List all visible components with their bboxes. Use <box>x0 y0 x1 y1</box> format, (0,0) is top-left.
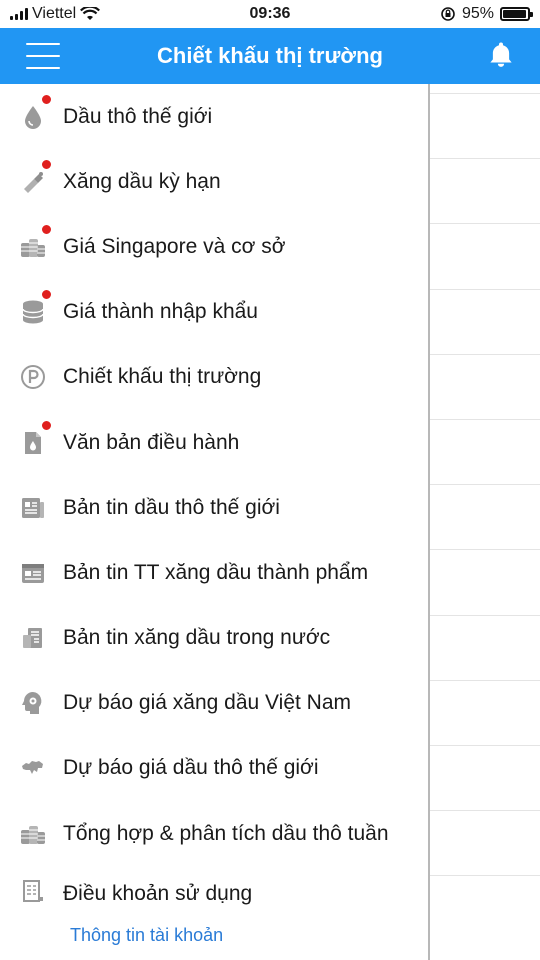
menu-item-label: Giá thành nhập khẩu <box>63 300 258 324</box>
menu-item-label: Chiết khấu thị trường <box>63 365 262 389</box>
parking-circle-icon <box>20 364 46 390</box>
oil-drop-icon <box>20 93 52 130</box>
hamburger-icon[interactable] <box>26 43 60 69</box>
background-row <box>430 224 540 290</box>
menu-item-ban-tin-dau-tho[interactable]: Bản tin dầu thô thế giới <box>0 475 428 540</box>
notification-badge <box>41 93 52 105</box>
menu-item-tong-hop-phan-tich[interactable]: Tổng hợp & phân tích dầu thô tuần <box>0 801 428 866</box>
status-bar: Viettel 09:36 95% <box>0 0 540 28</box>
background-row <box>430 159 540 225</box>
menu-item-van-ban-dieu-hanh[interactable]: Văn bản điều hành <box>0 410 428 475</box>
page-title: Chiết khấu thị trường <box>157 43 383 68</box>
menu-item-du-bao-gia-dau-tho[interactable]: Dự báo giá dầu thô thế giới <box>0 736 428 801</box>
coin-stack-icon <box>20 223 52 260</box>
background-list <box>430 84 540 960</box>
background-row <box>430 94 540 160</box>
fuel-nozzle-icon <box>20 158 52 195</box>
menu-item-label: Tổng hợp & phân tích dầu thô tuần <box>63 821 389 845</box>
menu-item-dieu-khoan-su-dung[interactable]: Điều khoản sử dụng <box>0 866 428 906</box>
menu-item-gia-thanh-nhap-khau[interactable]: Giá thành nhập khẩu <box>0 280 428 345</box>
menu-item-dau-tho-the-gioi[interactable]: Dầu thô thế giới <box>0 84 428 149</box>
menu-item-label: Bản tin dầu thô thế giới <box>63 495 280 519</box>
building-news-icon <box>20 625 46 651</box>
menu-item-label: Điều khoản sử dụng <box>63 882 253 906</box>
drawer-menu: Dầu thô thế giới Xăng dầu kỳ hạn Giá Sin… <box>0 84 428 906</box>
menu-item-label: Giá Singapore và cơ sở <box>63 234 286 258</box>
background-row <box>430 746 540 812</box>
menu-item-chiet-khau-thi-truong[interactable]: Chiết khấu thị trường <box>0 345 428 410</box>
notification-badge <box>41 419 52 431</box>
terms-document-icon <box>20 878 46 904</box>
menu-item-du-bao-gia-viet-nam[interactable]: Dự báo giá xăng dầu Việt Nam <box>0 671 428 736</box>
background-row <box>430 290 540 355</box>
head-gear-icon <box>20 690 46 716</box>
notification-badge <box>41 223 52 235</box>
background-row <box>430 681 540 746</box>
newspaper-icon <box>20 495 46 521</box>
battery-icon <box>500 7 533 21</box>
drawer-divider <box>428 84 430 960</box>
menu-item-ban-tin-trong-nuoc[interactable]: Bản tin xăng dầu trong nước <box>0 606 428 671</box>
map-icon <box>20 755 46 781</box>
battery-fill <box>503 10 526 18</box>
menu-item-ban-tin-tt-xang-dau[interactable]: Bản tin TT xăng dầu thành phẩm <box>0 540 428 605</box>
menu-item-label: Dự báo giá dầu thô thế giới <box>63 756 319 780</box>
menu-item-label: Dự báo giá xăng dầu Việt Nam <box>63 691 352 715</box>
menu-item-label: Dầu thô thế giới <box>63 104 213 128</box>
account-info-link[interactable]: Thông tin tài khoản <box>70 925 223 946</box>
document-fire-icon <box>20 419 52 456</box>
background-row <box>430 616 540 681</box>
menu-item-label: Bản tin TT xăng dầu thành phẩm <box>63 560 369 584</box>
menu-item-label: Xăng dầu kỳ hạn <box>63 169 221 193</box>
calendar-news-icon <box>20 560 46 586</box>
background-row <box>430 355 540 420</box>
navigation-drawer: Dầu thô thế giới Xăng dầu kỳ hạn Giá Sin… <box>0 84 428 960</box>
background-row <box>430 485 540 551</box>
database-icon <box>20 289 52 325</box>
notification-badge <box>41 158 52 170</box>
background-row <box>430 550 540 616</box>
app-header: Chiết khấu thị trường <box>0 28 540 84</box>
menu-item-xang-dau-ky-han[interactable]: Xăng dầu kỳ hạn <box>0 149 428 214</box>
rotation-lock-icon <box>441 7 455 21</box>
background-row <box>430 84 540 94</box>
status-right: 95% <box>440 5 533 23</box>
battery-percent: 95% <box>461 5 494 22</box>
menu-item-label: Văn bản điều hành <box>63 430 240 454</box>
bell-icon[interactable] <box>486 40 516 70</box>
menu-item-label: Bản tin xăng dầu trong nước <box>63 626 331 650</box>
background-row <box>430 420 540 486</box>
menu-item-gia-singapore[interactable]: Giá Singapore và cơ sở <box>0 214 428 279</box>
coin-stack-icon <box>20 821 46 847</box>
background-row <box>430 811 540 877</box>
notification-badge <box>41 289 52 301</box>
